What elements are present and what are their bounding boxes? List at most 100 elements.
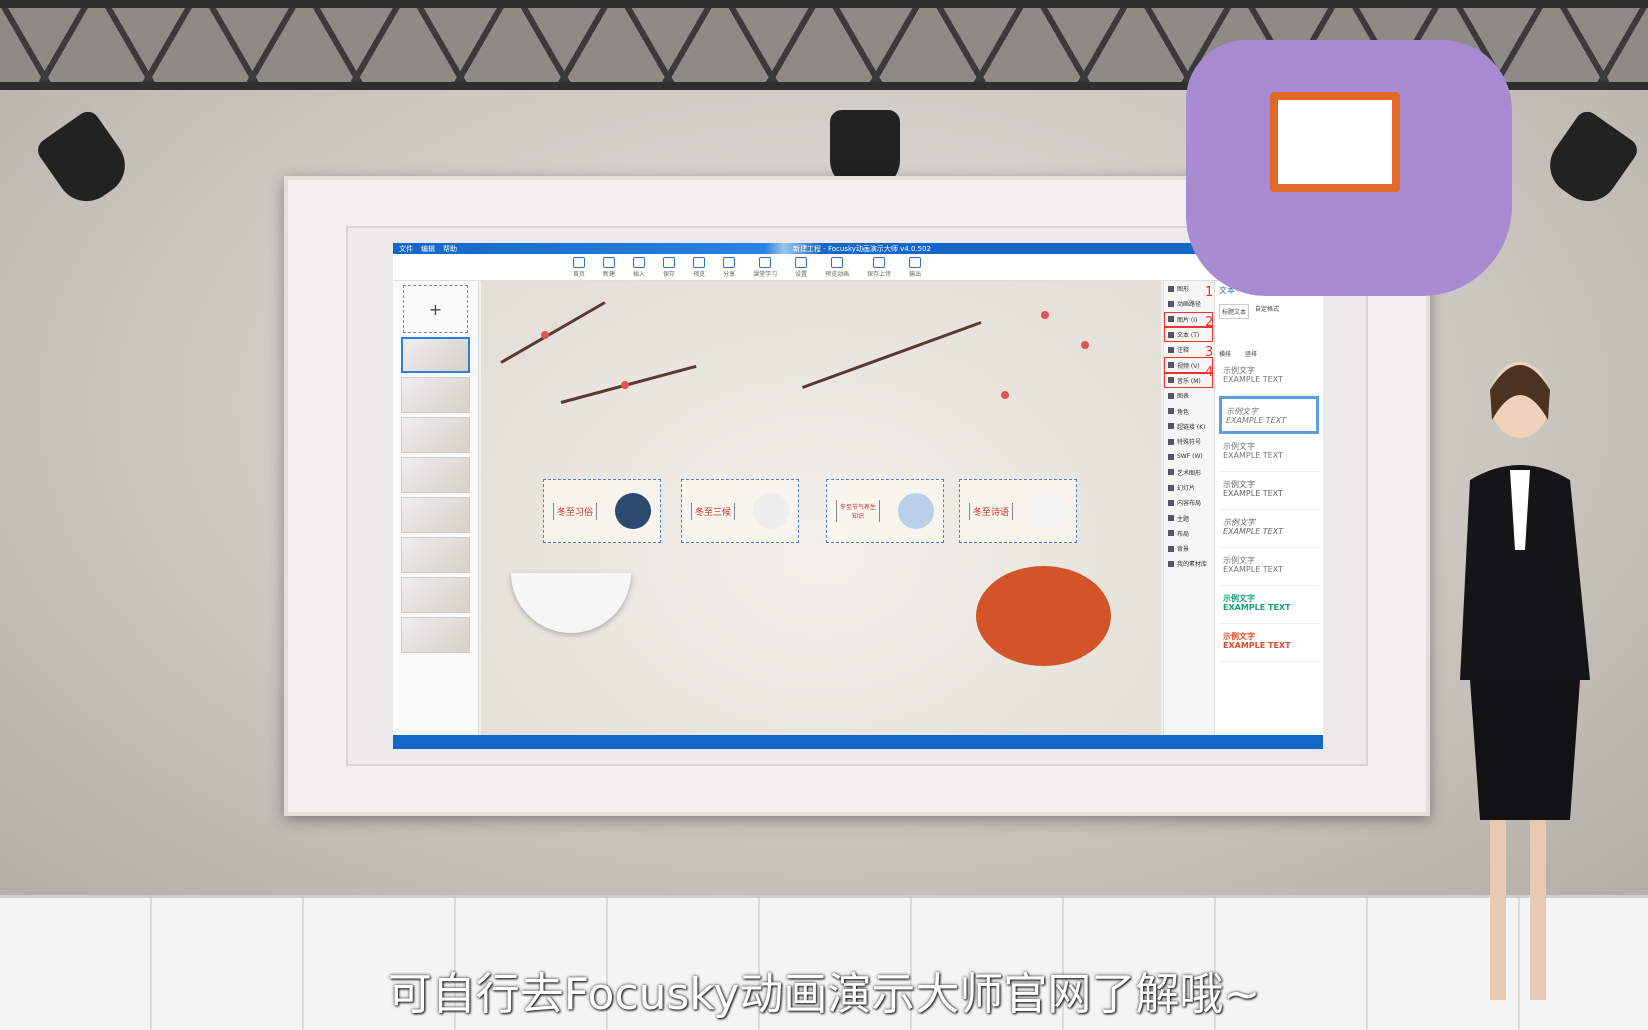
toolbar-button[interactable]: 保存上传 xyxy=(867,256,891,278)
tool-icon xyxy=(1168,392,1174,399)
toolbar-icon xyxy=(603,256,616,268)
tool-item[interactable]: 图表 xyxy=(1164,388,1213,403)
vertical-radio[interactable]: 竖排 xyxy=(1245,349,1257,358)
tool-icon xyxy=(1168,377,1174,384)
focusky-window: 文件 编辑 帮助 新建工程 - Focusky动画演示大师 v4.0.502 首… xyxy=(393,243,1323,749)
tool-icon xyxy=(1168,316,1174,323)
tool-icon xyxy=(1168,346,1174,353)
tool-icon xyxy=(1168,331,1174,338)
text-panel: 文本 标题文本 自定格式 横排 竖排 示例文字 EXAMPLE TEXT 示例文字 E… xyxy=(1214,281,1323,735)
window-title: 新建工程 - Focusky动画演示大师 v4.0.502 xyxy=(793,244,932,253)
text-style-sample[interactable]: 示例文字 EXAMPLE TEXT xyxy=(1219,434,1319,472)
tool-icon xyxy=(1168,453,1174,460)
tool-icon xyxy=(1168,285,1174,292)
tool-icon xyxy=(1168,560,1174,567)
night-scene-image xyxy=(615,493,651,529)
text-style-sample[interactable]: 示例文字 EXAMPLE TEXT xyxy=(1219,396,1319,434)
slide-thumbnail[interactable] xyxy=(401,337,470,373)
tool-item[interactable]: 我的素材库 xyxy=(1164,556,1213,571)
slide-thumbnail[interactable] xyxy=(401,577,470,613)
dumpling-pot xyxy=(976,566,1111,666)
slide-thumbnail[interactable] xyxy=(401,537,470,573)
toolbar-button[interactable]: 输出 xyxy=(909,256,922,278)
content-frame[interactable]: 冬至习俗 xyxy=(543,479,661,543)
toolbar-icon xyxy=(633,256,646,268)
annotation-2: 2 xyxy=(1205,315,1214,330)
text-style-sample[interactable]: 示例文字 EXAMPLE TEXT xyxy=(1219,358,1319,396)
content-frame[interactable]: 冬至节气养生知识 xyxy=(826,479,944,543)
tool-item[interactable]: 幻灯片 xyxy=(1164,480,1213,495)
text-style-sample[interactable]: 示例文字 EXAMPLE TEXT xyxy=(1219,548,1319,586)
toolbar-button[interactable]: 课堂学习 xyxy=(753,256,777,278)
annotation-3: 3 xyxy=(1205,345,1214,360)
tool-icon xyxy=(1168,515,1174,522)
toolbar-icon xyxy=(723,256,736,268)
blossom xyxy=(1081,341,1089,349)
tool-item[interactable]: 内容布局 xyxy=(1164,495,1213,510)
tool-icon xyxy=(1168,530,1174,537)
toolbar-button[interactable]: 插入 xyxy=(633,256,646,278)
tool-item[interactable]: 主题 xyxy=(1164,510,1213,525)
presenter xyxy=(1460,362,1590,1000)
tangyuan-bowl xyxy=(511,573,631,633)
plum-branch xyxy=(801,321,982,389)
slide-thumbnail[interactable] xyxy=(401,417,470,453)
blossom xyxy=(541,331,549,339)
tool-icon xyxy=(1168,438,1174,445)
toolbar-icon xyxy=(909,256,922,268)
menu-edit[interactable]: 编辑 xyxy=(421,244,435,254)
snow-image xyxy=(1031,493,1067,529)
menu-file[interactable]: 文件 xyxy=(399,244,413,254)
toolbar-button[interactable]: 新建 xyxy=(603,256,616,278)
tool-item[interactable]: 布局 xyxy=(1164,526,1213,541)
text-style-sample[interactable]: 示例文字 EXAMPLE TEXT xyxy=(1219,510,1319,548)
easel-icon xyxy=(1270,92,1400,192)
toolbar-button[interactable]: 设置 xyxy=(795,256,808,278)
content-frame[interactable]: 冬至三候 xyxy=(681,479,799,543)
tool-item[interactable]: SWF (W) xyxy=(1164,449,1213,464)
toolbar-button[interactable]: 保存 xyxy=(663,256,675,278)
editing-canvas[interactable]: 冬至习俗 冬至三候 冬至节气养生知识 冬至诗语 xyxy=(481,281,1161,735)
tool-item[interactable]: 艺术图形 xyxy=(1164,465,1213,480)
slide-thumbnail[interactable] xyxy=(401,377,470,413)
tool-item[interactable]: 背景 xyxy=(1164,541,1213,556)
toolbar-icon xyxy=(759,256,772,268)
toolbar-button[interactable]: 分享 xyxy=(723,256,736,278)
subtitle: 可自行去Focusky动画演示大师官网了解哦~ xyxy=(387,969,1261,1020)
slide-thumbnail[interactable] xyxy=(401,497,470,533)
status-bar xyxy=(393,735,1323,749)
toolbar-icon xyxy=(693,256,706,268)
text-style-sample[interactable]: 示例文字 EXAMPLE TEXT xyxy=(1219,624,1319,662)
toolbar-button[interactable]: 首页 xyxy=(573,256,585,278)
toolbar-button[interactable]: 预览 xyxy=(693,256,706,278)
add-slide-button[interactable]: + xyxy=(403,285,468,333)
title-text-dropdown[interactable]: 标题文本 xyxy=(1219,304,1250,319)
text-style-sample[interactable]: 示例文字 EXAMPLE TEXT xyxy=(1219,586,1319,624)
plum-branch xyxy=(500,301,606,364)
custom-format-checkbox[interactable]: 自定格式 xyxy=(1255,304,1279,319)
slide-thumbnail[interactable] xyxy=(401,457,470,493)
blossom xyxy=(1001,391,1009,399)
slide-thumbnail[interactable] xyxy=(401,617,470,653)
horizontal-radio[interactable]: 横排 xyxy=(1219,349,1231,358)
tool-icon xyxy=(1168,484,1174,491)
slide-panel: + xyxy=(393,281,479,735)
tool-icon xyxy=(1168,545,1174,552)
toolbar-button[interactable]: 预览动画 xyxy=(825,256,849,278)
tool-icon xyxy=(1168,362,1174,369)
tool-item[interactable]: 超链接 (K) xyxy=(1164,419,1213,434)
ink-image xyxy=(753,493,789,529)
menu-help[interactable]: 帮助 xyxy=(443,244,457,254)
toolbar-icon xyxy=(795,256,808,268)
annotation-4: 4 xyxy=(1205,365,1214,380)
tool-icon xyxy=(1168,300,1174,307)
tool-icon xyxy=(1168,499,1174,506)
tool-item[interactable]: 特殊符号 xyxy=(1164,434,1213,449)
main-toolbar: 首页 新建 插入 保存 预览 分享 课堂学习 设置 预览动画 保存上传 输出 xyxy=(393,254,1323,281)
content-frame[interactable]: 冬至诗语 xyxy=(959,479,1077,543)
tool-icon xyxy=(1168,469,1174,476)
text-style-sample[interactable]: 示例文字 EXAMPLE TEXT xyxy=(1219,472,1319,510)
blossom xyxy=(1041,311,1049,319)
tool-item[interactable]: 角色 xyxy=(1164,403,1213,418)
title-bar: 文件 编辑 帮助 新建工程 - Focusky动画演示大师 v4.0.502 xyxy=(393,243,1323,254)
